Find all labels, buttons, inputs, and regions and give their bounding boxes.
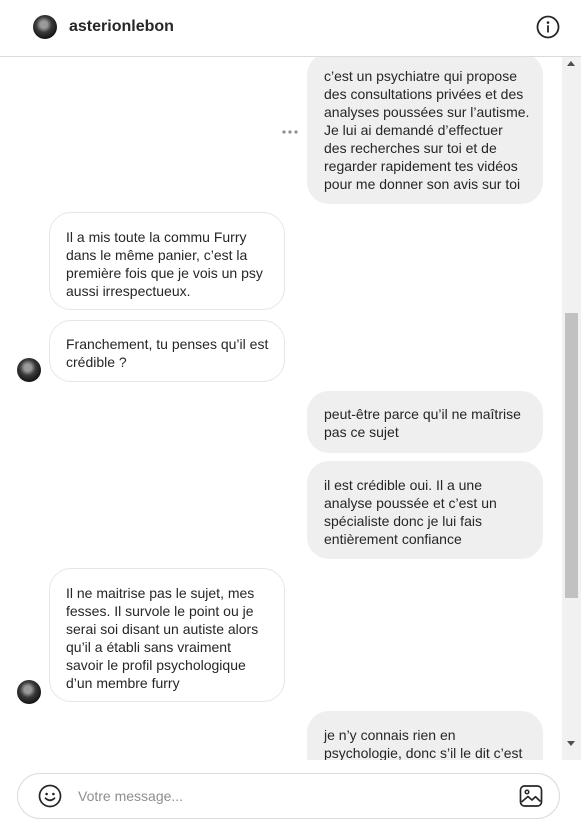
info-icon[interactable] [536,15,560,39]
conversation-header: asterionlebon [0,0,581,57]
message-composer [17,773,560,819]
message-line: aussi irrespectueux. [66,283,191,299]
message-line: Il ne maitrise pas le sujet, mes [66,585,255,601]
message-line: fesses. Il survole le point ou je [66,603,254,619]
message-line: psychologie, donc s’il le dit c’est [324,745,523,760]
sender-avatar[interactable] [17,358,41,382]
message-line: qu’il a établi sans vraiment [66,639,231,655]
message-line: Je lui ai demandé d’effectuer [324,122,503,138]
message-line: analyses poussées sur l’autisme. [324,104,530,120]
scrollbar-thumb[interactable] [565,313,578,598]
message-line: je n’y connais rien en [324,727,456,743]
message-line: Il a mis toute la commu Furry [66,229,247,245]
message-line: entièrement confiance [324,531,462,547]
scroll-up-arrow[interactable] [567,61,575,66]
message-line: spécialiste donc je lui fais [324,513,482,529]
sender-avatar[interactable] [17,680,41,704]
message-line: crédible ? [66,354,127,370]
message-input[interactable] [78,785,498,807]
message-sent: peut-être parce qu’il ne maîtrise pas ce… [307,391,543,453]
message-line: serai soi disant un autiste alors [66,621,259,637]
message-line: Franchement, tu penses qu’il est [66,336,269,352]
header-avatar[interactable] [33,15,57,39]
message-line: regarder rapidement tes vidéos [324,158,518,174]
message-line: pas ce sujet [324,424,399,440]
message-line: pour me donner son avis sur toi [324,176,521,192]
message-line: des recherches sur toi et de [324,140,497,156]
header-username[interactable]: asterionlebon [69,18,174,36]
message-line: il est crédible oui. Il a une [324,477,482,493]
message-thread[interactable]: c’est un psychiatre qui propose des cons… [0,57,581,760]
message-line: savoir le profil psychologique [66,657,246,673]
message-line: première fois que je vois un psy [66,265,263,281]
message-received: Il ne maitrise pas le sujet, mes fesses.… [49,568,285,702]
message-sent: c’est un psychiatre qui propose des cons… [307,57,543,204]
smiley-icon[interactable] [38,784,62,808]
thread-scrollbar[interactable] [562,57,581,760]
message-sent: je n’y connais rien en psychologie, donc… [307,711,543,760]
message-line: d’un membre furry [66,675,180,691]
message-received: Franchement, tu penses qu’il est crédibl… [49,320,285,382]
message-line: dans le même panier, c’est la [66,247,248,263]
message-line: analyse poussée et c’est un [324,495,497,511]
message-sent: il est crédible oui. Il a une analyse po… [307,461,543,559]
message-received: Il a mis toute la commu Furry dans le mê… [49,212,285,310]
scroll-down-arrow[interactable] [567,741,575,746]
message-line: c’est un psychiatre qui propose [324,68,517,84]
message-line: peut-être parce qu’il ne maîtrise [324,406,521,422]
image-icon[interactable] [519,784,543,808]
more-options-icon[interactable] [281,129,299,135]
message-line: des consultations privées et des [324,86,524,102]
